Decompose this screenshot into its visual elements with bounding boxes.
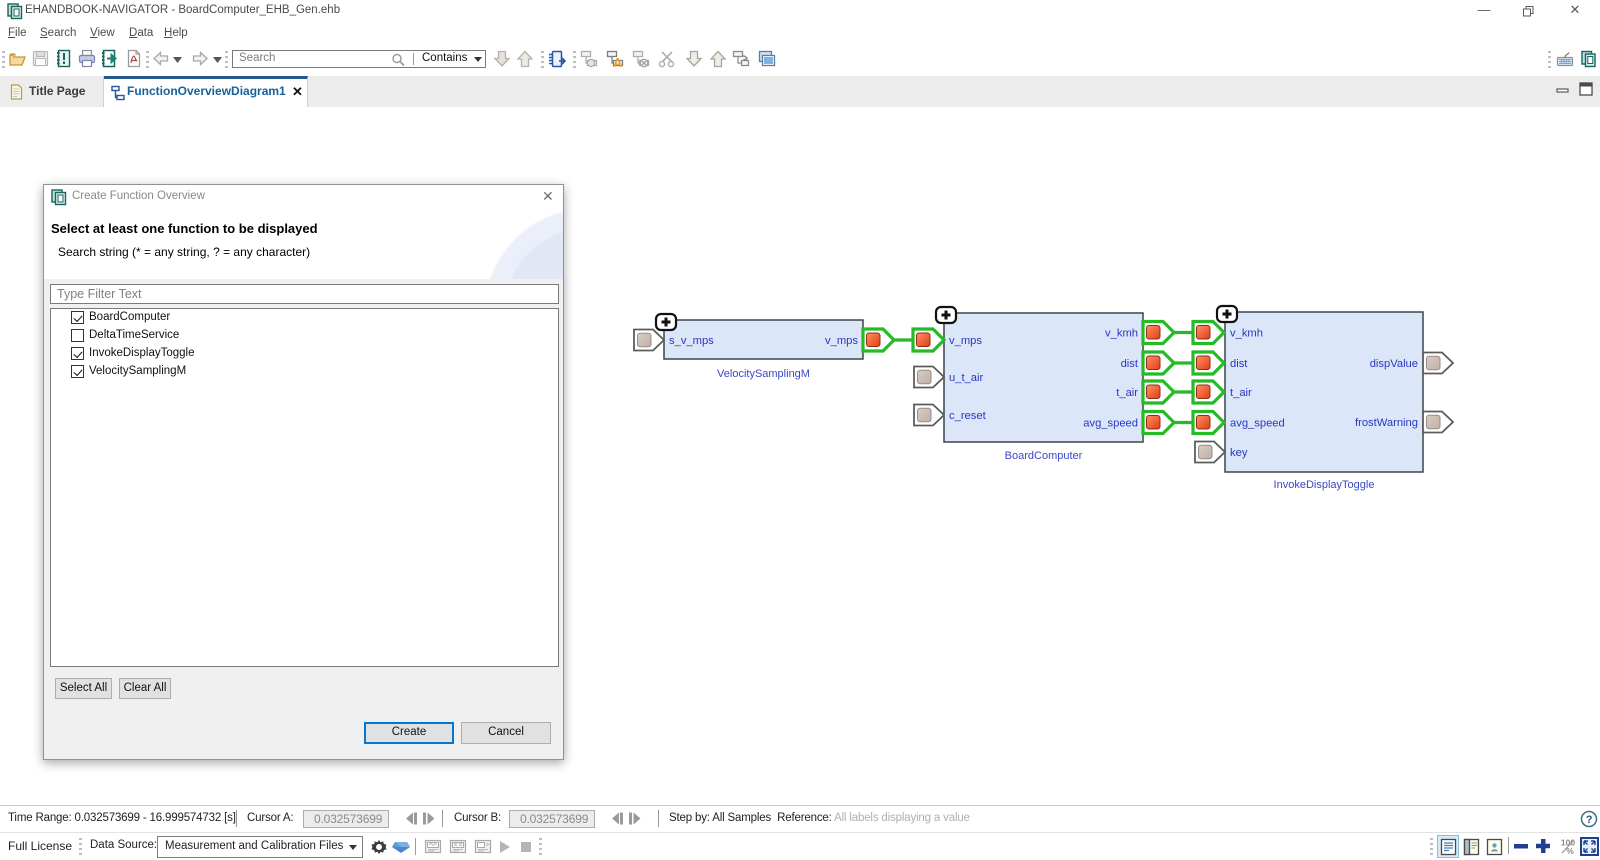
svg-text:t_air: t_air [1116,387,1138,399]
svg-text:v_mps: v_mps [825,335,858,347]
svg-text:v_mps: v_mps [949,335,982,347]
svg-text:u_t_air: u_t_air [949,372,983,384]
svg-text:t_air: t_air [1230,387,1252,399]
svg-text:dispValue: dispValue [1370,358,1418,370]
svg-text:frostWarning: frostWarning [1355,417,1418,429]
svg-text:avg_speed: avg_speed [1083,418,1138,430]
svg-text:v_kmh: v_kmh [1230,328,1263,340]
svg-text:A: A [613,55,623,70]
svg-text:VelocitySamplingM: VelocitySamplingM [717,368,810,380]
svg-text:avg_speed: avg_speed [1230,418,1285,430]
svg-text:s_v_mps: s_v_mps [669,335,714,347]
svg-text:BoardComputer: BoardComputer [1005,450,1083,462]
svg-text:InvokeDisplayToggle: InvokeDisplayToggle [1274,479,1375,491]
svg-text:dist: dist [1121,358,1139,370]
svg-text:c_reset: c_reset [949,410,987,422]
svg-text:dist: dist [1230,358,1248,370]
svg-text:key: key [1230,447,1248,459]
svg-text:?: ? [1586,814,1593,826]
svg-text:v_kmh: v_kmh [1105,328,1138,340]
